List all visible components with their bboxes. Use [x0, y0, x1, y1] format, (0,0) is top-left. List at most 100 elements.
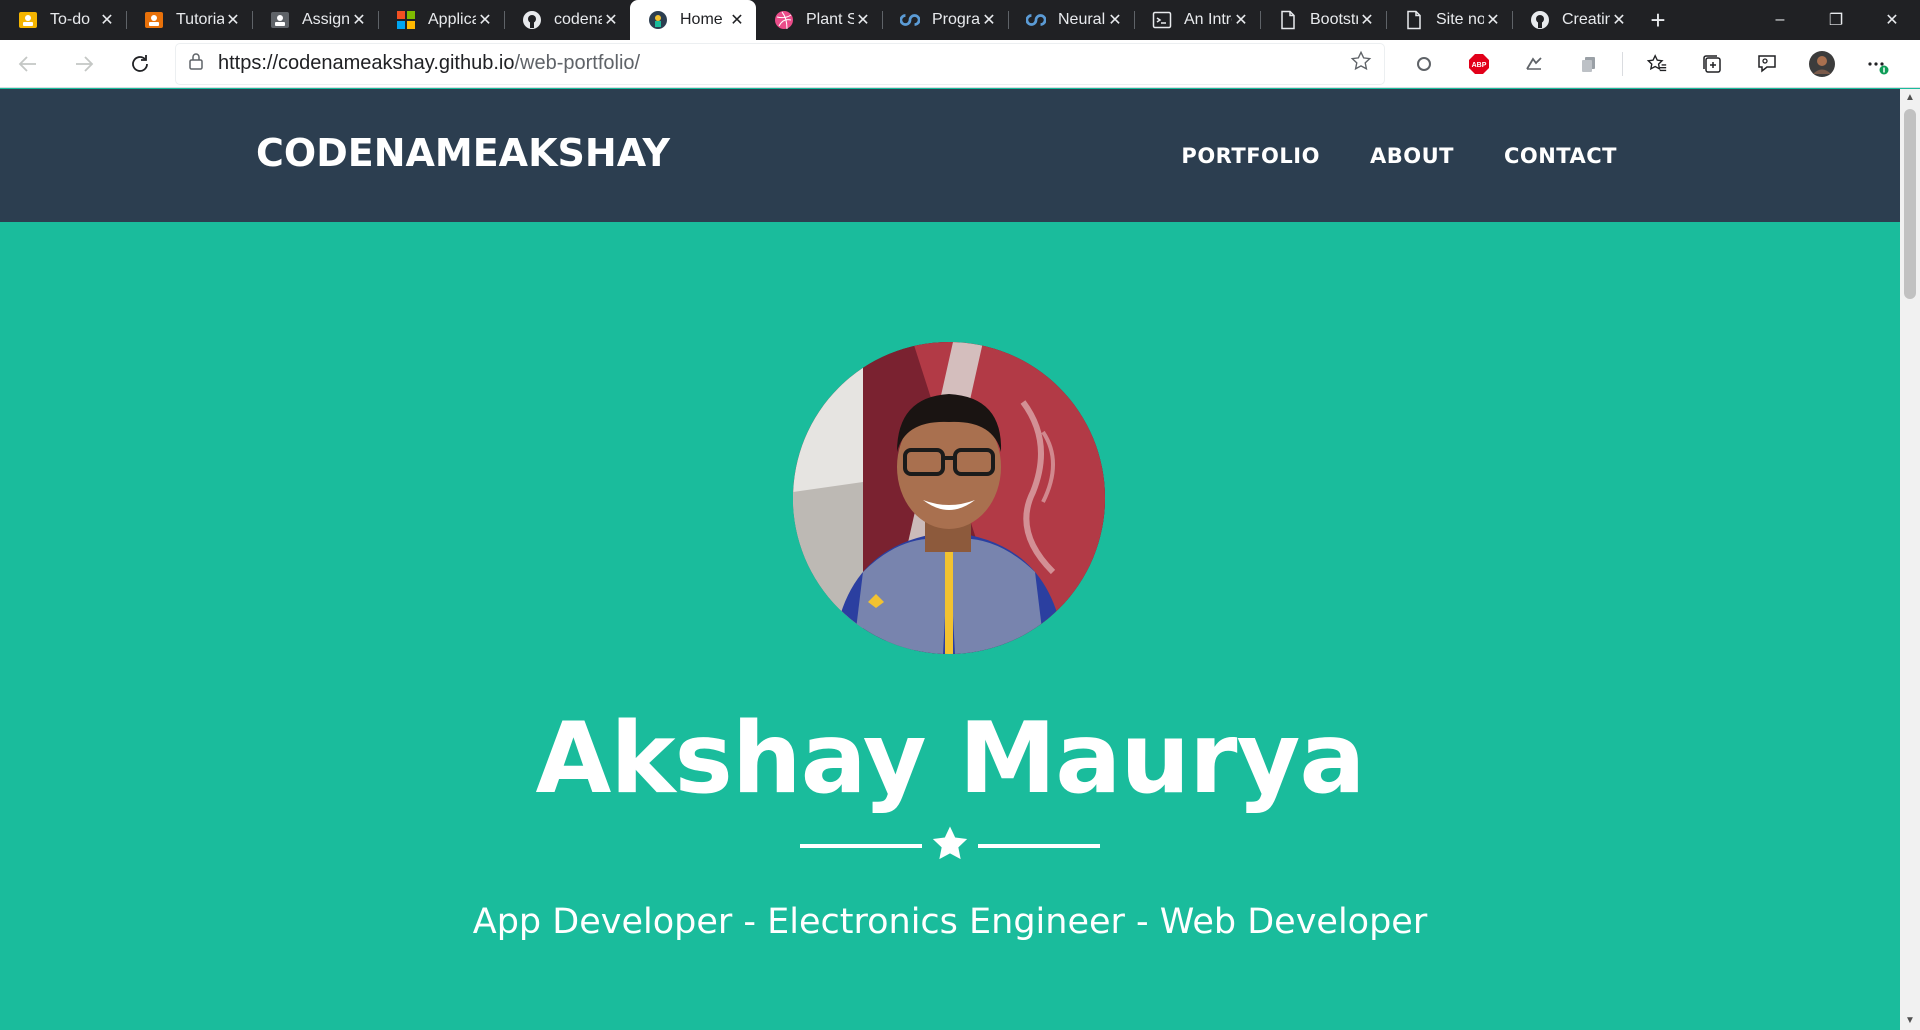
window-controls: – ❐ ✕: [1752, 0, 1920, 40]
tab-close-icon[interactable]: ✕: [1358, 10, 1376, 30]
browser-tab[interactable]: Plant Sim✕: [756, 0, 882, 40]
page-icon: [1278, 10, 1298, 30]
collections-icon[interactable]: [1684, 40, 1739, 88]
divider-line-right: [978, 844, 1100, 848]
tab-title: Home: [680, 11, 723, 28]
url-host: https://codenameakshay.github.io: [218, 52, 515, 74]
hero-name: Akshay Maurya: [535, 702, 1366, 816]
google-classroom-icon: [270, 10, 290, 30]
nav-link-contact[interactable]: CONTACT: [1504, 144, 1617, 168]
lock-icon: [188, 52, 218, 75]
browser-tab[interactable]: Programming✕: [882, 0, 1008, 40]
svg-text:ABP: ABP: [1471, 62, 1486, 69]
restore-button[interactable]: ❐: [1808, 0, 1864, 40]
google-classroom-icon: [144, 10, 164, 30]
dribbble-icon: [774, 10, 794, 30]
browser-tab[interactable]: Tutorial ✕: [126, 0, 252, 40]
browser-tab[interactable]: Home ✕: [630, 0, 756, 40]
favorites-icon[interactable]: [1629, 40, 1684, 88]
tab-title: An Introduction: [1184, 11, 1232, 28]
minimize-button[interactable]: –: [1752, 0, 1808, 40]
url-text[interactable]: https://codenameakshay.github.io/web-por…: [218, 52, 1350, 75]
masthead: Akshay Maurya App Developer - Electronic…: [0, 222, 1900, 1030]
tab-title: Plant Sim: [806, 11, 854, 28]
circle-extension-icon[interactable]: [1396, 40, 1451, 88]
site-navbar: CODENAMEAKSHAY PORTFOLIO ABOUT CONTACT: [0, 89, 1900, 222]
scroll-down-arrow-icon[interactable]: ▼: [1900, 1012, 1920, 1030]
tab-close-icon[interactable]: ✕: [1106, 10, 1124, 30]
divider-line-left: [800, 844, 922, 848]
hero-subtitle: App Developer - Electronics Engineer - W…: [472, 902, 1428, 942]
refresh-button[interactable]: [112, 40, 168, 88]
tab-title: Applications: [428, 11, 476, 28]
tab-title: Programming: [932, 11, 980, 28]
browser-tab[interactable]: To-do ✕: [0, 0, 126, 40]
browser-tab[interactable]: Assignment✕: [252, 0, 378, 40]
portfolio-icon: [648, 10, 668, 30]
tab-list: To-do✕Tutorial✕Assignment✕Applications✕c…: [0, 0, 1638, 40]
star-divider: [800, 824, 1100, 868]
bookmark-star-icon[interactable]: [1350, 50, 1372, 78]
tab-close-icon[interactable]: ✕: [98, 10, 116, 30]
tab-close-icon[interactable]: ✕: [350, 10, 368, 30]
coursera-icon: [1026, 10, 1046, 30]
back-button[interactable]: [0, 40, 56, 88]
tab-close-icon[interactable]: ✕: [476, 10, 494, 30]
more-menu-icon[interactable]: [1849, 40, 1904, 88]
back-arrow-icon: [18, 55, 36, 72]
tab-title: Bootstrap: [1310, 11, 1358, 28]
tab-close-icon[interactable]: ✕: [224, 10, 242, 30]
browser-tab[interactable]: An Introduction✕: [1134, 0, 1260, 40]
microsoft-icon: [396, 10, 416, 30]
tab-title: codenameakshay: [554, 11, 602, 28]
profile-avatar[interactable]: [1794, 40, 1849, 88]
copy-extension-icon[interactable]: [1561, 40, 1616, 88]
close-window-button[interactable]: ✕: [1864, 0, 1920, 40]
tab-title: Tutorial: [176, 11, 224, 28]
tab-title: Site not found: [1436, 11, 1484, 28]
browser-tab[interactable]: Applications✕: [378, 0, 504, 40]
new-tab-button[interactable]: +: [1638, 0, 1678, 40]
github-icon: [522, 10, 542, 30]
nav-link-portfolio[interactable]: PORTFOLIO: [1181, 144, 1320, 168]
forward-arrow-icon: [76, 55, 94, 72]
tab-title: Neural Networks: [1058, 11, 1106, 28]
browser-tab[interactable]: codenameakshay✕: [504, 0, 630, 40]
tab-title: Creating: [1562, 11, 1610, 28]
forward-button[interactable]: [56, 40, 112, 88]
nav-links: PORTFOLIO ABOUT CONTACT: [1181, 144, 1617, 168]
tab-close-icon[interactable]: ✕: [854, 10, 872, 30]
scrollbar-thumb[interactable]: [1904, 109, 1916, 299]
refresh-icon: [132, 54, 148, 72]
tab-close-icon[interactable]: ✕: [980, 10, 998, 30]
browser-toolbar: https://codenameakshay.github.io/web-por…: [0, 40, 1920, 88]
tab-close-icon[interactable]: ✕: [602, 10, 620, 30]
extensions-bar: ABP: [1396, 40, 1904, 88]
tab-title: To-do: [50, 11, 91, 28]
browser-tab[interactable]: Creating✕: [1512, 0, 1638, 40]
tab-close-icon[interactable]: ✕: [1232, 10, 1250, 30]
vertical-scrollbar[interactable]: ▲ ▼: [1900, 89, 1920, 1030]
browser-tab[interactable]: Bootstrap✕: [1260, 0, 1386, 40]
browser-tab[interactable]: Neural Networks✕: [1008, 0, 1134, 40]
tab-title: Assignment: [302, 11, 350, 28]
tab-close-icon[interactable]: ✕: [1610, 10, 1628, 30]
web-page: CODENAMEAKSHAY PORTFOLIO ABOUT CONTACT A…: [0, 89, 1900, 1030]
page-icon: [1404, 10, 1424, 30]
nav-link-about[interactable]: ABOUT: [1370, 144, 1454, 168]
coursera-icon: [900, 10, 920, 30]
address-bar[interactable]: https://codenameakshay.github.io/web-por…: [176, 43, 1384, 84]
profile-photo: [793, 342, 1105, 654]
browser-tab[interactable]: Site not found✕: [1386, 0, 1512, 40]
scroll-up-arrow-icon[interactable]: ▲: [1900, 89, 1920, 107]
site-brand[interactable]: CODENAMEAKSHAY: [256, 131, 670, 175]
extension-icon[interactable]: [1506, 40, 1561, 88]
tab-close-icon[interactable]: ✕: [1484, 10, 1502, 30]
adblock-plus-icon[interactable]: ABP: [1451, 40, 1506, 88]
tab-close-icon[interactable]: ✕: [728, 10, 746, 30]
terminal-icon: [1152, 10, 1172, 30]
feedback-icon[interactable]: [1739, 40, 1794, 88]
url-path: /web-portfolio/: [514, 52, 641, 74]
star-icon: [932, 826, 968, 860]
google-classroom-icon: [18, 10, 38, 30]
